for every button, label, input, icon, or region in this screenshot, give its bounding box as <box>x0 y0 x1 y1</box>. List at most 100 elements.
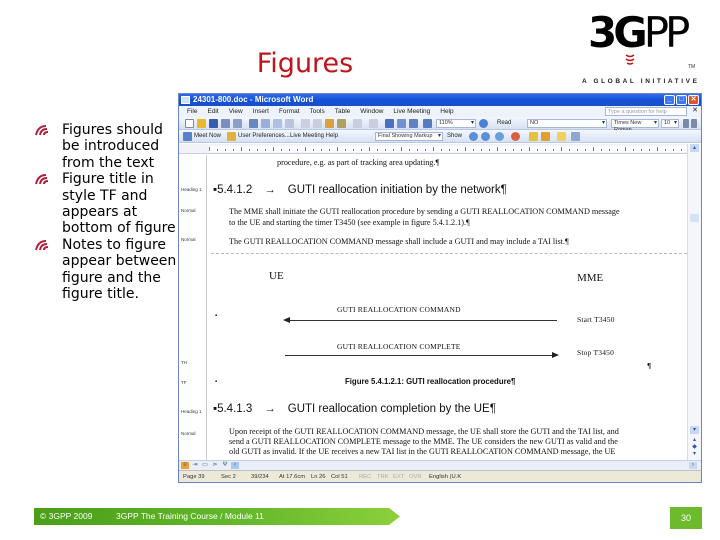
next-page-icon[interactable]: ▾ <box>690 450 699 458</box>
track-changes-icon[interactable] <box>541 132 550 141</box>
menu-tools[interactable]: Tools <box>310 106 325 117</box>
drawing-icon[interactable] <box>423 119 432 128</box>
menu-view[interactable]: View <box>229 106 243 117</box>
read-button[interactable]: Read <box>497 117 511 130</box>
spelling-icon[interactable] <box>273 119 282 128</box>
user-preferences-button[interactable]: User Preferences... <box>238 130 290 143</box>
close-button[interactable]: ✕ <box>688 95 699 105</box>
redo-icon[interactable] <box>369 119 378 128</box>
undo-icon[interactable] <box>353 119 362 128</box>
help-search-input[interactable]: Type a question for help <box>605 107 687 116</box>
show-markup-button[interactable]: Show <box>447 130 462 143</box>
email-icon[interactable] <box>233 119 242 128</box>
insert-comment-icon[interactable] <box>529 132 538 141</box>
status-ovr[interactable]: OVR <box>409 471 422 482</box>
next-change-icon[interactable] <box>481 132 490 141</box>
doc-text-line: to the UE and starting the timer T3450 (… <box>229 218 470 227</box>
ruler-tick <box>641 149 642 151</box>
menu-live-meeting[interactable]: Live Meeting <box>393 106 430 117</box>
format-painter-icon[interactable] <box>337 119 346 128</box>
font-size-select[interactable]: 10 <box>661 119 679 128</box>
status-trk[interactable]: TRK <box>377 471 389 482</box>
numbering-icon[interactable] <box>683 119 689 128</box>
live-meeting-help-button[interactable]: Live Meeting Help <box>290 130 338 143</box>
help-icon[interactable] <box>479 119 488 128</box>
hscroll-right-icon[interactable]: › <box>689 462 697 469</box>
ruler-tick <box>609 149 610 151</box>
new-doc-icon[interactable] <box>185 119 194 128</box>
zoom-select[interactable]: 110% <box>436 119 476 128</box>
menu-window[interactable]: Window <box>360 106 383 117</box>
ruler-tick <box>257 149 258 151</box>
maximize-button[interactable]: □ <box>676 95 687 105</box>
normal-view-icon[interactable]: ≡ <box>181 462 189 469</box>
word-titlebar: 24301-800.doc - Microsoft Word _ □ ✕ <box>179 94 701 106</box>
ruler-tick <box>649 149 650 151</box>
vertical-scrollbar[interactable]: ▴ ▾ ▴ ◆ ▾ <box>687 144 701 460</box>
scroll-thumb[interactable] <box>690 214 699 222</box>
menu-insert[interactable]: Insert <box>253 106 269 117</box>
menu-help[interactable]: Help <box>440 106 453 117</box>
section-divider <box>211 253 687 254</box>
meet-now-button[interactable]: Meet Now <box>194 130 221 143</box>
msc-arrow-left <box>283 317 557 323</box>
permission-icon[interactable] <box>221 119 230 128</box>
cut-icon[interactable] <box>301 119 310 128</box>
menu-table[interactable]: Table <box>335 106 351 117</box>
status-section: Sec 2 <box>221 474 236 480</box>
horizontal-ruler[interactable] <box>179 144 689 154</box>
style-label: Heading 1 <box>181 187 202 192</box>
ruler-tick <box>369 147 370 151</box>
tables-icon[interactable] <box>397 119 406 128</box>
print-icon[interactable] <box>249 119 258 128</box>
style-label: TF <box>181 380 187 385</box>
reading-layout-icon[interactable]: Ψ <box>221 462 229 469</box>
close-document-icon[interactable]: ✕ <box>692 106 698 114</box>
menu-edit[interactable]: Edit <box>207 106 218 117</box>
doc-text-line: The GUTI REALLOCATION COMMAND message sh… <box>229 237 569 246</box>
ruler-tick <box>497 147 498 151</box>
outline-view-icon[interactable]: ⋗ <box>211 462 219 469</box>
status-rec[interactable]: REC <box>359 471 371 482</box>
status-language: English (U.K <box>429 474 462 480</box>
hscroll-left-icon[interactable]: ‹ <box>231 462 239 469</box>
print-layout-icon[interactable]: ▭ <box>201 462 209 469</box>
markup-view-select[interactable]: Final Showing Markup <box>375 132 443 141</box>
paste-icon[interactable] <box>325 119 334 128</box>
accept-change-icon[interactable] <box>495 132 504 141</box>
reviewing-pane-toggle-icon[interactable] <box>571 132 580 141</box>
reviewing-pane-icon[interactable] <box>557 132 566 141</box>
print-preview-icon[interactable] <box>261 119 270 128</box>
previous-change-icon[interactable] <box>469 132 478 141</box>
ruler-tick <box>593 147 594 151</box>
reject-change-icon[interactable] <box>511 132 520 141</box>
bullet-item: Figures should be introduced from the te… <box>32 122 177 171</box>
scroll-down-icon[interactable]: ▾ <box>690 426 699 434</box>
logo-mark: 3GPP <box>588 8 690 57</box>
ruler-tick <box>633 149 634 151</box>
open-folder-icon[interactable] <box>197 119 206 128</box>
status-ext[interactable]: EXT <box>393 471 404 482</box>
web-layout-icon[interactable]: ⇥ <box>191 462 199 469</box>
font-select[interactable]: Times New Roman <box>611 119 659 133</box>
document-body[interactable]: procedure, e.g. as part of tracking area… <box>207 155 689 460</box>
ruler-tick <box>249 149 250 151</box>
save-icon[interactable] <box>209 119 218 128</box>
menu-format[interactable]: Format <box>279 106 300 117</box>
bullets-icon[interactable] <box>691 119 697 128</box>
ruler-tick <box>361 149 362 151</box>
scroll-up-icon[interactable]: ▴ <box>690 144 699 152</box>
ruler-tick <box>353 149 354 151</box>
copy-icon[interactable] <box>313 119 322 128</box>
status-bar: Page 39 Sec 2 39/234 At 17.6cm Ln 26 Col… <box>179 470 701 482</box>
style-select[interactable]: NO <box>527 119 607 128</box>
ruler-tick <box>297 149 298 151</box>
minimize-button[interactable]: _ <box>664 95 675 105</box>
research-icon[interactable] <box>285 119 294 128</box>
menu-file[interactable]: File <box>187 106 197 117</box>
hyperlink-icon[interactable] <box>385 119 394 128</box>
columns-icon[interactable] <box>409 119 418 128</box>
status-col: Col 51 <box>331 474 348 480</box>
ruler-tick <box>313 149 314 151</box>
ruler-tick <box>513 149 514 151</box>
